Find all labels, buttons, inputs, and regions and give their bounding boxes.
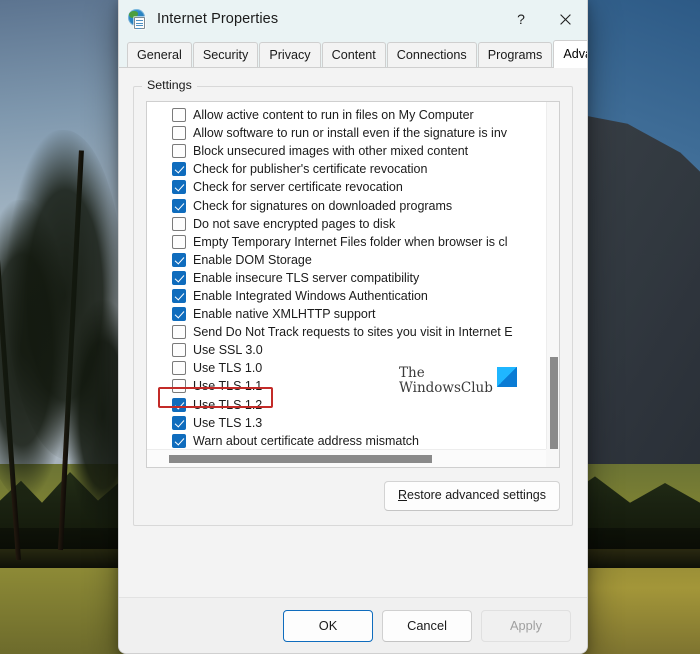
- tab-privacy[interactable]: Privacy: [259, 42, 321, 68]
- settings-item-label: Use TLS 1.1: [193, 379, 263, 394]
- tab-programs[interactable]: Programs: [477, 42, 553, 68]
- settings-list-item[interactable]: Use TLS 1.3: [147, 414, 546, 432]
- settings-list-item[interactable]: Allow software to run or install even if…: [147, 124, 546, 142]
- settings-item-label: Use TLS 1.2: [193, 397, 263, 412]
- settings-item-label: Check for publisher's certificate revoca…: [193, 162, 428, 177]
- restore-button-row: Restore advanced settings: [146, 481, 560, 511]
- settings-list-horizontal-scrollbar[interactable]: [147, 449, 546, 467]
- settings-item-label: Use TLS 1.3: [193, 415, 263, 430]
- checkbox-unchecked-icon[interactable]: [172, 216, 186, 231]
- settings-item-label: Allow active content to run in files on …: [193, 108, 474, 123]
- checkbox-checked-icon[interactable]: [172, 415, 186, 430]
- settings-list-item[interactable]: Use SSL 3.0: [147, 341, 546, 359]
- settings-list-item[interactable]: Check for server certificate revocation: [147, 178, 546, 196]
- settings-list-viewport: Allow active content to run in files on …: [147, 102, 546, 449]
- dialog-footer: OK Cancel Apply: [119, 597, 587, 653]
- settings-list-item[interactable]: Allow active content to run in files on …: [147, 106, 546, 124]
- checkbox-unchecked-icon[interactable]: [172, 379, 186, 394]
- settings-item-label: Block unsecured images with other mixed …: [193, 144, 469, 159]
- internet-properties-globe-icon: [128, 9, 148, 29]
- checkbox-checked-icon[interactable]: [172, 162, 186, 177]
- tab-general[interactable]: General: [127, 42, 192, 68]
- settings-item-label: Check for server certificate revocation: [193, 180, 403, 195]
- tab-security[interactable]: Security: [192, 42, 259, 68]
- settings-list-item[interactable]: Use TLS 1.0: [147, 359, 546, 377]
- checkbox-unchecked-icon[interactable]: [172, 361, 186, 376]
- restore-button-label: estore advanced settings: [407, 488, 546, 502]
- settings-group-box: Settings Allow active content to run in …: [133, 78, 573, 526]
- close-icon: [559, 13, 571, 25]
- settings-item-label: Enable Integrated Windows Authentication: [193, 288, 428, 303]
- settings-item-label: Enable DOM Storage: [193, 252, 312, 267]
- question-mark-icon: ?: [517, 11, 525, 27]
- checkbox-checked-icon[interactable]: [172, 307, 186, 322]
- settings-list-item[interactable]: Enable Integrated Windows Authentication: [147, 287, 546, 305]
- checkbox-checked-icon[interactable]: [172, 252, 186, 267]
- tab-connections[interactable]: Connections: [386, 42, 477, 68]
- settings-list-item[interactable]: Check for publisher's certificate revoca…: [147, 160, 546, 178]
- advanced-tab-panel: Settings Allow active content to run in …: [119, 68, 587, 597]
- settings-list-item[interactable]: Enable insecure TLS server compatibility: [147, 269, 546, 287]
- settings-group-label: Settings: [142, 78, 197, 92]
- settings-item-label: Do not save encrypted pages to disk: [193, 216, 396, 231]
- vertical-scrollbar-thumb[interactable]: [550, 357, 558, 452]
- settings-item-label: Allow software to run or install even if…: [193, 126, 508, 141]
- checkbox-unchecked-icon[interactable]: [172, 234, 186, 249]
- settings-list-item[interactable]: Check for signatures on downloaded progr…: [147, 196, 546, 214]
- settings-list-item[interactable]: Use TLS 1.1: [147, 377, 546, 395]
- tab-advanced[interactable]: Advanced: [553, 40, 587, 68]
- checkbox-checked-icon[interactable]: [172, 397, 186, 412]
- settings-list-vertical-scrollbar[interactable]: [546, 102, 559, 452]
- settings-item-label: Check for signatures on downloaded progr…: [193, 198, 453, 213]
- settings-item-label: Send Do Not Track requests to sites you …: [193, 325, 513, 340]
- settings-list-container: Allow active content to run in files on …: [146, 101, 560, 468]
- settings-list-item[interactable]: Enable DOM Storage: [147, 251, 546, 269]
- settings-list-item[interactable]: Empty Temporary Internet Files folder wh…: [147, 233, 546, 251]
- settings-list-item[interactable]: Enable native XMLHTTP support: [147, 305, 546, 323]
- settings-list-item[interactable]: Block unsecured images with other mixed …: [147, 142, 546, 160]
- checkbox-unchecked-icon[interactable]: [172, 108, 186, 123]
- settings-list-item[interactable]: Do not save encrypted pages to disk: [147, 215, 546, 233]
- checkbox-unchecked-icon[interactable]: [172, 325, 186, 340]
- scrollbar-corner: [546, 449, 559, 467]
- checkbox-checked-icon[interactable]: [172, 270, 186, 285]
- restore-accesskey: R: [397, 488, 408, 502]
- checkbox-unchecked-icon[interactable]: [172, 144, 186, 159]
- checkbox-checked-icon[interactable]: [172, 180, 186, 195]
- settings-item-label: Use SSL 3.0: [193, 343, 263, 358]
- window-title: Internet Properties: [157, 11, 279, 27]
- horizontal-scrollbar-thumb[interactable]: [169, 455, 432, 463]
- cancel-button[interactable]: Cancel: [382, 609, 472, 642]
- ok-button[interactable]: OK: [283, 609, 373, 642]
- desktop-wallpaper: Internet Properties ? General Security P…: [0, 0, 700, 654]
- title-bar: Internet Properties ?: [119, 0, 587, 38]
- settings-item-label: Enable insecure TLS server compatibility: [193, 270, 420, 285]
- internet-properties-dialog: Internet Properties ? General Security P…: [118, 0, 588, 654]
- checkbox-checked-icon[interactable]: [172, 433, 186, 448]
- settings-item-label: Warn about certificate address mismatch: [193, 433, 420, 448]
- settings-list-item[interactable]: Use TLS 1.2: [147, 396, 546, 414]
- settings-list-item[interactable]: Send Do Not Track requests to sites you …: [147, 323, 546, 341]
- tab-content[interactable]: Content: [321, 42, 386, 68]
- checkbox-checked-icon[interactable]: [172, 288, 186, 303]
- title-bar-buttons: ?: [499, 0, 587, 38]
- tab-strip: General Security Privacy Content Connect…: [119, 38, 587, 68]
- apply-button[interactable]: Apply: [481, 609, 571, 642]
- restore-advanced-settings-button[interactable]: Restore advanced settings: [383, 481, 560, 511]
- settings-list-item[interactable]: Warn about certificate address mismatch: [147, 432, 546, 449]
- checkbox-checked-icon[interactable]: [172, 198, 186, 213]
- checkbox-unchecked-icon[interactable]: [172, 343, 186, 358]
- help-button[interactable]: ?: [499, 0, 543, 38]
- settings-item-label: Enable native XMLHTTP support: [193, 307, 376, 322]
- settings-item-label: Empty Temporary Internet Files folder wh…: [193, 234, 508, 249]
- checkbox-unchecked-icon[interactable]: [172, 126, 186, 141]
- settings-item-label: Use TLS 1.0: [193, 361, 263, 376]
- close-button[interactable]: [543, 0, 587, 38]
- settings-list[interactable]: Allow active content to run in files on …: [147, 102, 546, 449]
